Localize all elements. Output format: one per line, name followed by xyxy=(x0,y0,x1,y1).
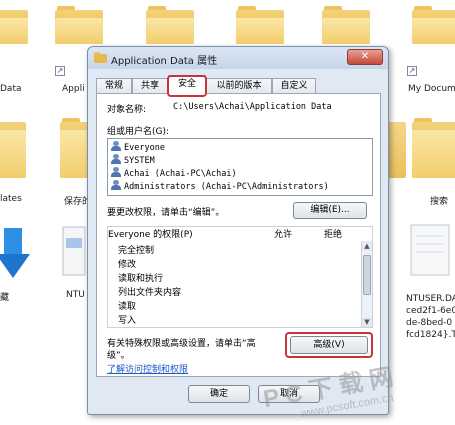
permission-row: 完全控制 xyxy=(118,246,155,256)
user-group-icon xyxy=(111,154,121,164)
permission-row: 修改 xyxy=(118,260,137,270)
permission-list: Everyone 的权限(P) 允许 拒绝 完全控制 修改 读取和执行 列出文件… xyxy=(107,226,373,328)
object-name-value: C:\Users\Achai\Application Data xyxy=(173,102,332,112)
ok-button[interactable]: 确定 xyxy=(188,385,250,403)
desktop-label-lates: lates xyxy=(0,194,22,204)
desktop-label-sousuo: 搜索 xyxy=(430,197,449,207)
close-button[interactable]: ✕ xyxy=(347,49,383,65)
permission-row: 读取和执行 xyxy=(118,274,164,284)
list-item[interactable]: Administrators (Achai-PC\Administrators) xyxy=(111,180,329,193)
tab-customize[interactable]: 自定义 xyxy=(272,78,316,94)
advanced-button[interactable]: 高级(V) xyxy=(290,336,368,354)
user-icon xyxy=(111,167,121,177)
folder-icon[interactable] xyxy=(412,118,455,178)
folder-icon xyxy=(94,52,107,63)
list-item[interactable]: Achai (Achai-PC\Achai) xyxy=(111,167,237,180)
object-name-label: 对象名称: xyxy=(107,105,147,115)
dialog-title: Application Data 属性 xyxy=(111,56,218,67)
change-permission-text: 要更改权限，请单击“编辑”。 xyxy=(107,208,225,218)
group-user-label: 组或用户名(G): xyxy=(107,127,170,137)
desktop-label-my-docum: My Docum xyxy=(408,84,455,94)
permission-header-deny: 拒绝 xyxy=(324,230,343,240)
file-icon[interactable] xyxy=(62,226,86,276)
scroll-down-icon[interactable]: ▼ xyxy=(362,317,372,327)
edit-button[interactable]: 编辑(E)... xyxy=(293,202,367,219)
user-group-icon xyxy=(111,180,121,190)
folder-icon[interactable] xyxy=(146,6,194,44)
desktop-label-ntuser: NTUSER.DA xyxy=(406,294,455,304)
user-list[interactable]: Everyone SYSTEM Achai (Achai-PC\Achai) A… xyxy=(107,138,373,196)
permission-header-allow: 允许 xyxy=(274,230,293,240)
desktop-label-fcd: fcd1824}.T xyxy=(406,330,455,340)
security-panel: 对象名称: C:\Users\Achai\Application Data 组或… xyxy=(96,93,381,377)
permission-row: 列出文件夹内容 xyxy=(118,288,182,298)
list-item[interactable]: Everyone xyxy=(111,141,165,154)
desktop-label-appl: Appli xyxy=(62,84,85,94)
tab-previous-versions[interactable]: 以前的版本 xyxy=(206,78,272,94)
tab-general[interactable]: 常规 xyxy=(96,78,132,94)
access-control-help-link[interactable]: 了解访问控制和权限 xyxy=(107,362,188,375)
permission-scrollbar[interactable]: ▲ ▼ xyxy=(361,241,372,327)
download-arrow-icon[interactable] xyxy=(0,228,30,280)
desktop-label-cang: 藏 xyxy=(0,293,10,303)
scroll-thumb[interactable] xyxy=(363,255,371,295)
user-group-icon xyxy=(111,141,121,151)
properties-dialog: Application Data 属性 ✕ 常规 共享 安全 以前的版本 自定义… xyxy=(87,46,389,415)
permission-row: 读取 xyxy=(118,302,137,312)
list-item[interactable]: SYSTEM xyxy=(111,154,155,167)
permission-row: 写入 xyxy=(118,316,137,326)
folder-icon[interactable] xyxy=(322,6,370,44)
scroll-up-icon[interactable]: ▲ xyxy=(362,241,372,251)
file-icon[interactable] xyxy=(410,224,450,276)
advanced-settings-text-2: 级”。 xyxy=(107,351,130,361)
folder-icon[interactable] xyxy=(55,6,103,44)
shortcut-arrow-icon: ↗ xyxy=(55,66,65,76)
folder-icon[interactable] xyxy=(0,118,26,178)
security-tab-highlight xyxy=(167,75,207,97)
folder-icon[interactable] xyxy=(236,6,284,44)
dialog-titlebar[interactable]: Application Data 属性 ✕ xyxy=(88,47,388,69)
tab-sharing[interactable]: 共享 xyxy=(132,78,168,94)
folder-icon[interactable] xyxy=(0,6,28,44)
permission-header-name: Everyone 的权限(P) xyxy=(108,230,193,240)
desktop-label-de8bed: de-8bed-0 xyxy=(406,318,453,328)
folder-icon[interactable] xyxy=(412,6,455,44)
shortcut-arrow-icon: ↗ xyxy=(407,66,417,76)
desktop-label-ntu: NTU xyxy=(66,290,85,300)
folder-icon[interactable] xyxy=(386,118,406,178)
desktop-label-data: Data xyxy=(0,84,22,94)
desktop-label-ced: ced2f1-6e0 xyxy=(406,306,455,316)
